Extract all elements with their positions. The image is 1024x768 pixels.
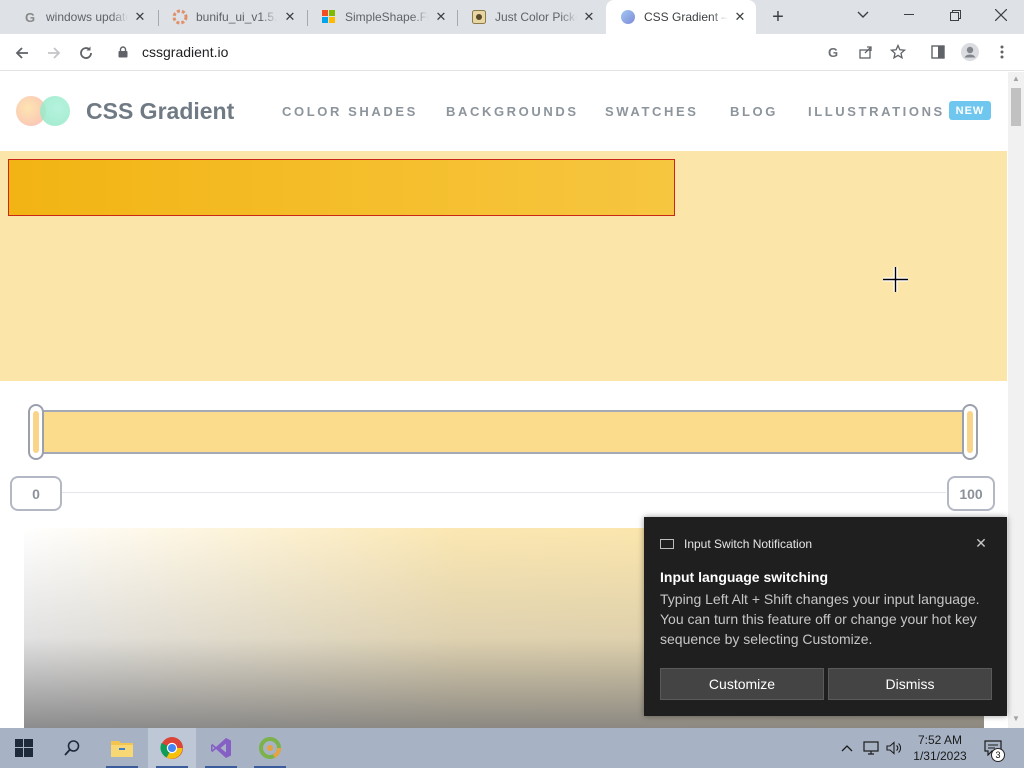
share-icon[interactable]: [854, 40, 878, 64]
notification-app-name: Input Switch Notification: [684, 537, 813, 551]
color-stop-handle-right[interactable]: [962, 404, 978, 460]
tab-just-color-picker[interactable]: Just Color Picker ✕: [457, 0, 605, 34]
site-header: CSS Gradient COLOR SHADES BACKGROUNDS SW…: [0, 72, 1008, 151]
stop-position-min[interactable]: 0: [10, 476, 62, 511]
cssgradient-favicon: [620, 9, 636, 25]
nav-swatches[interactable]: SWATCHES: [605, 104, 699, 119]
crosshair-cursor-icon: [883, 267, 908, 292]
folder-icon: [111, 741, 133, 757]
action-center-icon[interactable]: [980, 728, 1006, 768]
nav-blog[interactable]: BLOG: [730, 104, 778, 119]
close-tab-icon[interactable]: ✕: [732, 9, 748, 25]
page-scrollbar[interactable]: ▲ ▼: [1008, 72, 1024, 728]
visual-studio-button[interactable]: [197, 728, 245, 768]
clock-time: 7:52 AM: [917, 733, 963, 747]
windows-start-icon: [15, 739, 33, 757]
file-explorer-button[interactable]: [98, 728, 146, 768]
forward-button[interactable]: [40, 39, 68, 67]
windows-taskbar: 7:52 AM 1/31/2023: [0, 728, 1024, 768]
lock-icon[interactable]: [118, 46, 134, 58]
new-tab-button[interactable]: +: [766, 5, 790, 29]
new-badge: NEW: [949, 101, 991, 120]
clock-date: 1/31/2023: [913, 749, 967, 763]
notification-body: Typing Left Alt + Shift changes your inp…: [660, 591, 980, 647]
side-panel-icon[interactable]: [926, 40, 950, 64]
color-picker-taskbar-button[interactable]: [246, 728, 294, 768]
minimize-button[interactable]: [886, 0, 932, 30]
notification-header: Input Switch Notification: [660, 537, 812, 551]
chrome-icon: [160, 737, 183, 759]
svg-text:G: G: [25, 10, 35, 24]
bookmark-star-icon[interactable]: [886, 40, 910, 64]
tab-css-gradient[interactable]: CSS Gradient — ✕: [606, 0, 756, 34]
notification-count-badge: 3: [991, 748, 1005, 762]
close-tab-icon[interactable]: ✕: [132, 9, 148, 25]
more-options-icon[interactable]: [990, 40, 1014, 64]
close-tab-icon[interactable]: ✕: [282, 9, 298, 25]
gradient-slider[interactable]: [33, 410, 977, 454]
scroll-up-arrow-icon[interactable]: ▲: [1012, 74, 1020, 83]
system-clock[interactable]: 7:52 AM 1/31/2023: [905, 732, 975, 764]
tab-bunifu[interactable]: bunifu_ui_v1.5.3 ✕: [158, 0, 306, 34]
stop-position-line: [62, 492, 946, 493]
selection-rectangle: [8, 159, 675, 216]
restore-button[interactable]: [932, 0, 978, 30]
color-picker-icon: [471, 9, 487, 25]
color-picker-app-icon: [259, 737, 281, 759]
show-hidden-icons-chevron-icon[interactable]: [838, 728, 856, 768]
start-button[interactable]: [0, 728, 48, 768]
tab-simpleshape[interactable]: SimpleShape.Fill ✕: [307, 0, 457, 34]
dismiss-button[interactable]: Dismiss: [828, 668, 992, 700]
network-icon[interactable]: [861, 728, 881, 768]
notification-close-icon[interactable]: ✕: [971, 533, 991, 553]
close-tab-icon[interactable]: ✕: [581, 9, 597, 25]
back-button[interactable]: [8, 39, 36, 67]
cssgradient-logo[interactable]: [16, 94, 72, 128]
browser-tab-strip: G windows update ✕ bunifu_ui_v1.5.3 ✕ Si…: [0, 0, 1024, 34]
nav-illustrations[interactable]: ILLUSTRATIONS: [808, 104, 945, 119]
tab-search-icon[interactable]: [840, 0, 886, 30]
search-button[interactable]: [48, 728, 96, 768]
nav-backgrounds[interactable]: BACKGROUNDS: [446, 104, 579, 119]
browser-toolbar: cssgradient.io G: [0, 34, 1024, 71]
url-text: cssgradient.io: [142, 44, 229, 60]
windows-logo-icon: [321, 9, 337, 25]
stop-position-max[interactable]: 100: [947, 476, 995, 511]
svg-text:G: G: [828, 45, 838, 59]
color-stop-handle-left[interactable]: [28, 404, 44, 460]
site-brand[interactable]: CSS Gradient: [86, 98, 234, 125]
nav-color-shades[interactable]: COLOR SHADES: [282, 104, 418, 119]
search-icon: [64, 740, 80, 756]
tab-windows-update[interactable]: G windows update ✕: [8, 0, 156, 34]
close-window-button[interactable]: [978, 0, 1024, 30]
profile-avatar-icon[interactable]: [958, 40, 982, 64]
close-tab-icon[interactable]: ✕: [433, 9, 449, 25]
notification-title: Input language switching: [660, 569, 828, 585]
address-bar[interactable]: cssgradient.io: [108, 38, 808, 66]
chrome-taskbar-button[interactable]: [148, 728, 196, 768]
input-switch-notification: Input Switch Notification ✕ Input langua…: [644, 517, 1007, 716]
scroll-down-arrow-icon[interactable]: ▼: [1012, 714, 1020, 723]
google-icon: G: [22, 9, 38, 25]
reload-button[interactable]: [72, 39, 100, 67]
keyboard-icon: [660, 539, 674, 549]
customize-button[interactable]: Customize: [660, 668, 824, 700]
bunifu-icon: [172, 9, 188, 25]
volume-icon[interactable]: [884, 728, 904, 768]
visual-studio-icon: [211, 738, 231, 758]
scroll-thumb[interactable]: [1011, 88, 1021, 126]
google-translate-icon[interactable]: G: [822, 40, 846, 64]
